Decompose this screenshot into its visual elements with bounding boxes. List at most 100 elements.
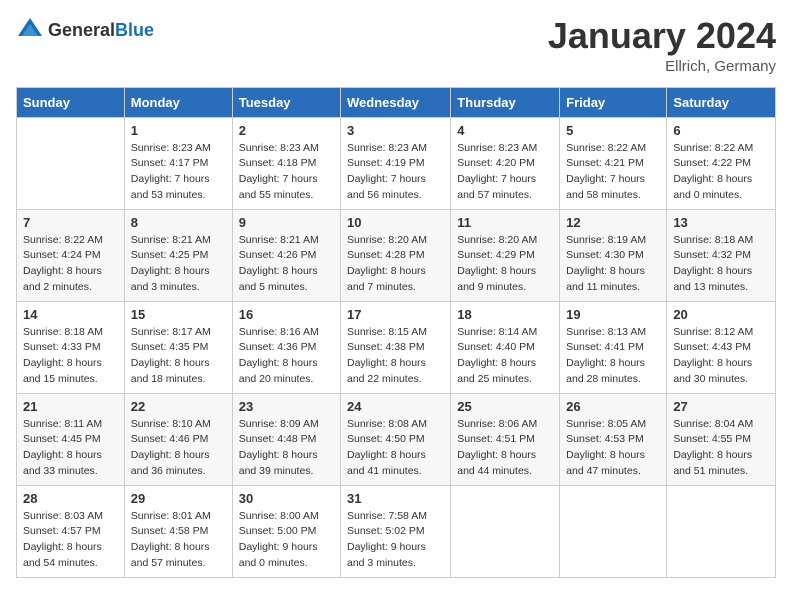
day-cell: 20Sunrise: 8:12 AMSunset: 4:43 PMDayligh… (667, 301, 776, 393)
day-cell (667, 485, 776, 577)
day-info: Sunrise: 8:23 AMSunset: 4:18 PMDaylight:… (239, 141, 334, 204)
day-cell: 14 Sunrise: 8:18 AMSunset: 4:33 PMDayligh… (17, 301, 125, 393)
day-cell (451, 485, 560, 577)
day-cell: 15 Sunrise: 8:17 AMSunset: 4:35 PMDayligh… (124, 301, 232, 393)
day-cell: 21Sunrise: 8:11 AMSunset: 4:45 PMDayligh… (17, 393, 125, 485)
calendar-header: SundayMondayTuesdayWednesdayThursdayFrid… (17, 87, 776, 117)
day-header-friday: Friday (560, 87, 667, 117)
day-number: 22 (131, 399, 226, 414)
day-info: Sunrise: 8:19 AMSunset: 4:30 PMDaylight:… (566, 233, 660, 296)
day-cell: 10 Sunrise: 8:20 AMSunset: 4:28 PMDayligh… (341, 209, 451, 301)
day-info: Sunrise: 7:58 AMSunset: 5:02 PMDaylight:… (347, 509, 444, 572)
day-cell: 2 Sunrise: 8:23 AMSunset: 4:18 PMDaylight… (232, 117, 340, 209)
day-cell: 18Sunrise: 8:14 AMSunset: 4:40 PMDayligh… (451, 301, 560, 393)
day-info: Sunrise: 8:22 AMSunset: 4:21 PMDaylight:… (566, 141, 660, 204)
day-info: Sunrise: 8:23 AMSunset: 4:20 PMDaylight:… (457, 141, 553, 204)
calendar-table: SundayMondayTuesdayWednesdayThursdayFrid… (16, 87, 776, 578)
day-info: Sunrise: 8:23 AMSunset: 4:17 PMDaylight:… (131, 141, 226, 204)
week-row-2: 7Sunrise: 8:22 AMSunset: 4:24 PMDaylight… (17, 209, 776, 301)
day-header-sunday: Sunday (17, 87, 125, 117)
day-cell: 13 Sunrise: 8:18 AMSunset: 4:32 PMDayligh… (667, 209, 776, 301)
day-info: Sunrise: 8:17 AMSunset: 4:35 PMDaylight:… (131, 325, 226, 388)
day-number: 13 (673, 215, 769, 230)
day-number: 26 (566, 399, 660, 414)
day-info: Sunrise: 8:10 AMSunset: 4:46 PMDaylight:… (131, 417, 226, 480)
day-number: 10 (347, 215, 444, 230)
day-info: Sunrise: 8:16 AMSunset: 4:36 PMDaylight:… (239, 325, 334, 388)
logo: GeneralBlue (16, 16, 154, 44)
title-block: January 2024 Ellrich, Germany (548, 16, 776, 75)
day-cell: 9Sunrise: 8:21 AMSunset: 4:26 PMDaylight… (232, 209, 340, 301)
day-number: 31 (347, 491, 444, 506)
day-number: 5 (566, 123, 660, 138)
day-info: Sunrise: 8:01 AMSunset: 4:58 PMDaylight:… (131, 509, 226, 572)
day-info: Sunrise: 8:15 AMSunset: 4:38 PMDaylight:… (347, 325, 444, 388)
day-info: Sunrise: 8:11 AMSunset: 4:45 PMDaylight:… (23, 417, 118, 480)
day-info: Sunrise: 8:14 AMSunset: 4:40 PMDaylight:… (457, 325, 553, 388)
day-number: 2 (239, 123, 334, 138)
day-cell: 31 Sunrise: 7:58 AMSunset: 5:02 PMDayligh… (341, 485, 451, 577)
day-number: 20 (673, 307, 769, 322)
day-header-tuesday: Tuesday (232, 87, 340, 117)
day-cell: 17 Sunrise: 8:15 AMSunset: 4:38 PMDayligh… (341, 301, 451, 393)
day-cell: 12 Sunrise: 8:19 AMSunset: 4:30 PMDayligh… (560, 209, 667, 301)
logo-icon (16, 16, 44, 44)
day-number: 15 (131, 307, 226, 322)
day-cell: 4 Sunrise: 8:23 AMSunset: 4:20 PMDaylight… (451, 117, 560, 209)
day-cell: 30Sunrise: 8:00 AMSunset: 5:00 PMDayligh… (232, 485, 340, 577)
day-info: Sunrise: 8:05 AMSunset: 4:53 PMDaylight:… (566, 417, 660, 480)
day-number: 17 (347, 307, 444, 322)
day-info: Sunrise: 8:09 AMSunset: 4:48 PMDaylight:… (239, 417, 334, 480)
day-number: 4 (457, 123, 553, 138)
day-number: 19 (566, 307, 660, 322)
day-info: Sunrise: 8:04 AMSunset: 4:55 PMDaylight:… (673, 417, 769, 480)
day-cell: 24 Sunrise: 8:08 AMSunset: 4:50 PMDayligh… (341, 393, 451, 485)
day-header-wednesday: Wednesday (341, 87, 451, 117)
day-info: Sunrise: 8:18 AMSunset: 4:32 PMDaylight:… (673, 233, 769, 296)
page-header: GeneralBlue January 2024 Ellrich, German… (16, 16, 776, 75)
logo-text-blue: Blue (115, 20, 154, 40)
header-row: SundayMondayTuesdayWednesdayThursdayFrid… (17, 87, 776, 117)
day-number: 12 (566, 215, 660, 230)
week-row-1: 1 Sunrise: 8:23 AMSunset: 4:17 PMDaylight… (17, 117, 776, 209)
day-cell: 22 Sunrise: 8:10 AMSunset: 4:46 PMDayligh… (124, 393, 232, 485)
day-cell: 23Sunrise: 8:09 AMSunset: 4:48 PMDayligh… (232, 393, 340, 485)
day-info: Sunrise: 8:13 AMSunset: 4:41 PMDaylight:… (566, 325, 660, 388)
day-info: Sunrise: 8:22 AMSunset: 4:22 PMDaylight:… (673, 141, 769, 204)
day-info: Sunrise: 8:08 AMSunset: 4:50 PMDaylight:… (347, 417, 444, 480)
day-number: 14 (23, 307, 118, 322)
day-info: Sunrise: 8:06 AMSunset: 4:51 PMDaylight:… (457, 417, 553, 480)
day-cell: 29 Sunrise: 8:01 AMSunset: 4:58 PMDayligh… (124, 485, 232, 577)
day-info: Sunrise: 8:20 AMSunset: 4:28 PMDaylight:… (347, 233, 444, 296)
day-number: 27 (673, 399, 769, 414)
day-cell: 27 Sunrise: 8:04 AMSunset: 4:55 PMDayligh… (667, 393, 776, 485)
day-number: 29 (131, 491, 226, 506)
week-row-3: 14 Sunrise: 8:18 AMSunset: 4:33 PMDayligh… (17, 301, 776, 393)
day-cell: 25 Sunrise: 8:06 AMSunset: 4:51 PMDayligh… (451, 393, 560, 485)
day-cell: 5 Sunrise: 8:22 AMSunset: 4:21 PMDaylight… (560, 117, 667, 209)
day-number: 1 (131, 123, 226, 138)
day-info: Sunrise: 8:18 AMSunset: 4:33 PMDaylight:… (23, 325, 118, 388)
week-row-5: 28 Sunrise: 8:03 AMSunset: 4:57 PMDayligh… (17, 485, 776, 577)
day-number: 25 (457, 399, 553, 414)
day-number: 11 (457, 215, 553, 230)
day-number: 28 (23, 491, 118, 506)
calendar-body: 1 Sunrise: 8:23 AMSunset: 4:17 PMDaylight… (17, 117, 776, 577)
week-row-4: 21Sunrise: 8:11 AMSunset: 4:45 PMDayligh… (17, 393, 776, 485)
day-cell: 6 Sunrise: 8:22 AMSunset: 4:22 PMDaylight… (667, 117, 776, 209)
day-number: 9 (239, 215, 334, 230)
day-cell: 8Sunrise: 8:21 AMSunset: 4:25 PMDaylight… (124, 209, 232, 301)
day-number: 6 (673, 123, 769, 138)
day-info: Sunrise: 8:23 AMSunset: 4:19 PMDaylight:… (347, 141, 444, 204)
logo-text-general: General (48, 20, 115, 40)
day-cell (17, 117, 125, 209)
day-header-monday: Monday (124, 87, 232, 117)
day-cell: 16Sunrise: 8:16 AMSunset: 4:36 PMDayligh… (232, 301, 340, 393)
day-number: 30 (239, 491, 334, 506)
location-subtitle: Ellrich, Germany (548, 58, 776, 75)
day-cell: 19 Sunrise: 8:13 AMSunset: 4:41 PMDayligh… (560, 301, 667, 393)
day-number: 8 (131, 215, 226, 230)
day-cell: 26 Sunrise: 8:05 AMSunset: 4:53 PMDayligh… (560, 393, 667, 485)
day-number: 24 (347, 399, 444, 414)
day-info: Sunrise: 8:03 AMSunset: 4:57 PMDaylight:… (23, 509, 118, 572)
